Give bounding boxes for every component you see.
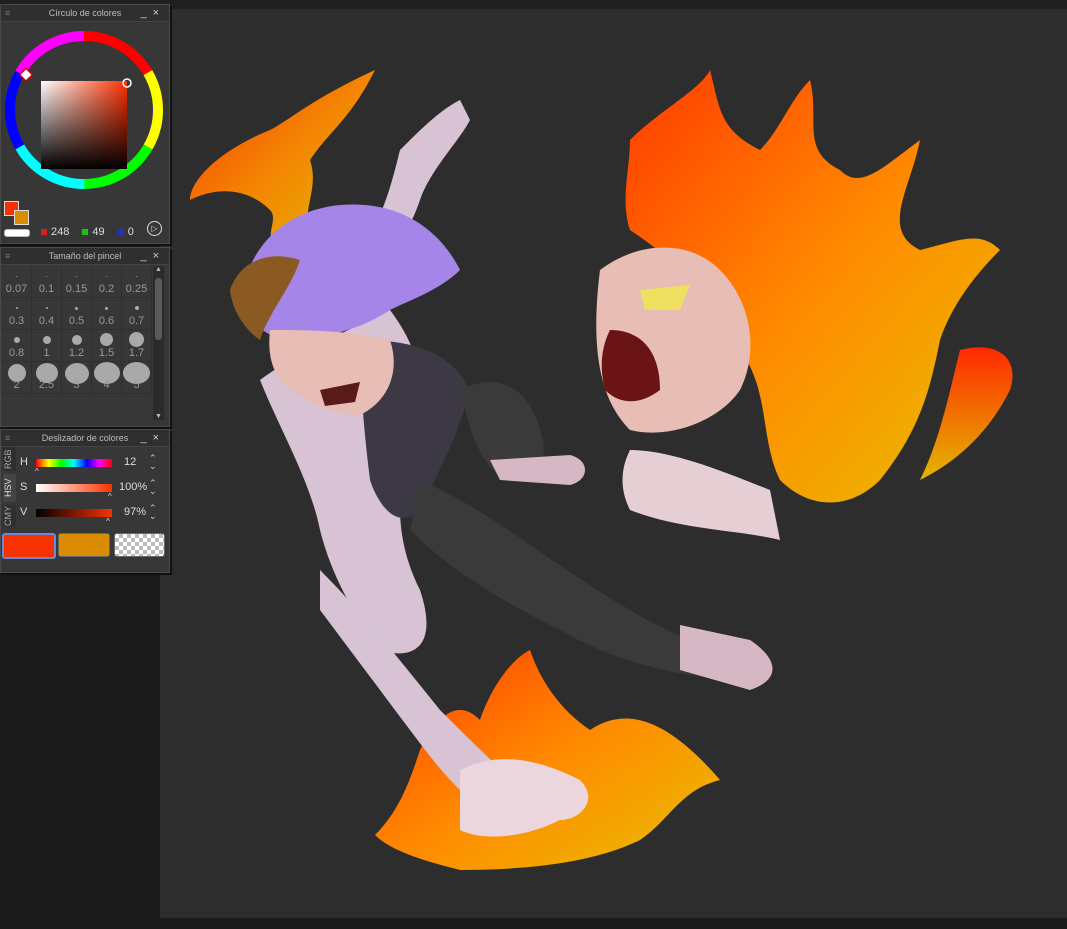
brush-size-cell[interactable]: 4 bbox=[92, 362, 122, 394]
tab-hsv[interactable]: HSV bbox=[3, 474, 16, 502]
color-wheel-panel: ≡ Círculo de colores _× 248 49 0 ▷ bbox=[0, 4, 170, 244]
brush-size-cell[interactable]: 0.07 bbox=[2, 266, 32, 298]
drag-grip-icon[interactable]: ≡ bbox=[5, 5, 10, 21]
scroll-down-icon[interactable]: ▼ bbox=[153, 413, 164, 420]
sub-color-swatch[interactable] bbox=[14, 210, 29, 225]
color-wheel-panel-titlebar[interactable]: ≡ Círculo de colores _× bbox=[1, 5, 169, 22]
flame-ground bbox=[375, 650, 720, 870]
hue-slider-handle[interactable]: ^ bbox=[35, 467, 39, 476]
red-indicator-icon bbox=[41, 229, 47, 236]
green-indicator-icon bbox=[82, 229, 89, 236]
green-value: 49 bbox=[92, 226, 105, 238]
value-stepper-icon[interactable]: ⌃ ⌄ bbox=[149, 504, 157, 521]
brush-size-cell[interactable]: 1.5 bbox=[92, 330, 122, 362]
brush-size-scrollbar[interactable]: ▲ ▼ bbox=[153, 266, 164, 420]
red-value: 248 bbox=[51, 226, 70, 238]
brush-size-cell[interactable]: 0.15 bbox=[62, 266, 92, 298]
scroll-up-icon[interactable]: ▲ bbox=[153, 266, 164, 276]
minimize-button[interactable]: _ bbox=[140, 250, 152, 262]
hue-stepper-icon[interactable]: ⌃ ⌄ bbox=[149, 454, 157, 471]
value-label: V bbox=[20, 506, 28, 518]
artwork bbox=[190, 70, 1013, 870]
sub-color-chip[interactable] bbox=[58, 533, 110, 557]
saturation-value-square[interactable] bbox=[41, 81, 127, 169]
rgb-readout: 248 49 0 bbox=[41, 226, 144, 238]
brush-size-panel-title: Tamaño del pincel bbox=[48, 251, 122, 261]
brush-size-cell[interactable]: 2 bbox=[2, 362, 32, 394]
transparent-color-icon[interactable] bbox=[4, 229, 30, 237]
saturation-value[interactable]: 100% bbox=[119, 481, 147, 493]
blue-value: 0 bbox=[127, 226, 134, 238]
close-button[interactable]: × bbox=[153, 250, 165, 262]
figure-shoe-2 bbox=[680, 625, 773, 690]
close-button[interactable]: × bbox=[153, 7, 165, 19]
saturation-slider-handle[interactable]: ^ bbox=[108, 492, 112, 501]
value-slider-handle[interactable]: ^ bbox=[106, 517, 110, 526]
blue-indicator-icon bbox=[117, 229, 124, 236]
drag-grip-icon[interactable]: ≡ bbox=[5, 430, 10, 446]
main-color-chip[interactable] bbox=[2, 533, 56, 559]
value-value[interactable]: 97% bbox=[124, 506, 146, 518]
brush-size-cell[interactable]: 0.4 bbox=[32, 298, 62, 330]
brush-size-cell[interactable]: 0.25 bbox=[122, 266, 152, 298]
brush-size-cell[interactable]: 0.8 bbox=[2, 330, 32, 362]
brush-size-panel-titlebar[interactable]: ≡ Tamaño del pincel _× bbox=[1, 248, 169, 265]
drawing-canvas[interactable] bbox=[160, 10, 1067, 918]
brush-size-cell[interactable]: 0.1 bbox=[32, 266, 62, 298]
brush-size-cell[interactable]: 1.2 bbox=[62, 330, 92, 362]
brush-size-cell[interactable]: 0.6 bbox=[92, 298, 122, 330]
color-set-icon[interactable]: ▷ bbox=[147, 221, 162, 236]
brush-size-cell[interactable]: 1.7 bbox=[122, 330, 152, 362]
head-collar bbox=[622, 450, 780, 540]
brush-size-cell[interactable]: 0.7 bbox=[122, 298, 152, 330]
hue-value[interactable]: 12 bbox=[124, 456, 136, 468]
minimize-button[interactable]: _ bbox=[140, 7, 152, 19]
color-wheel[interactable] bbox=[1, 22, 169, 212]
hue-label: H bbox=[20, 456, 28, 468]
saturation-label: S bbox=[20, 481, 28, 493]
color-slider-panel-titlebar[interactable]: ≡ Deslizador de colores _× bbox=[1, 430, 169, 447]
minimize-button[interactable]: _ bbox=[140, 432, 152, 444]
figure-shoe-1 bbox=[490, 455, 585, 485]
color-slider-panel-title: Deslizador de colores bbox=[41, 433, 129, 443]
drag-grip-icon[interactable]: ≡ bbox=[5, 248, 10, 264]
value-slider[interactable] bbox=[36, 509, 112, 517]
brush-size-cell[interactable]: 0.2 bbox=[92, 266, 122, 298]
color-wheel-panel-title: Círculo de colores bbox=[48, 8, 122, 18]
scroll-thumb[interactable] bbox=[155, 278, 162, 340]
transparent-color-chip[interactable] bbox=[114, 533, 165, 557]
brush-size-cell[interactable]: 2.5 bbox=[32, 362, 62, 394]
brush-size-cell[interactable]: 0.5 bbox=[62, 298, 92, 330]
brush-size-cell[interactable]: 5 bbox=[122, 362, 152, 394]
brush-size-cell[interactable]: 3 bbox=[62, 362, 92, 394]
saturation-stepper-icon[interactable]: ⌃ ⌄ bbox=[149, 479, 157, 496]
hue-slider[interactable] bbox=[36, 459, 112, 467]
tab-rgb[interactable]: RGB bbox=[3, 447, 16, 471]
tab-cmy[interactable]: CMY bbox=[3, 505, 16, 527]
saturation-slider[interactable] bbox=[36, 484, 112, 492]
brush-size-cell[interactable]: 0.3 bbox=[2, 298, 32, 330]
close-button[interactable]: × bbox=[153, 432, 165, 444]
brush-size-cell[interactable]: 1 bbox=[32, 330, 62, 362]
